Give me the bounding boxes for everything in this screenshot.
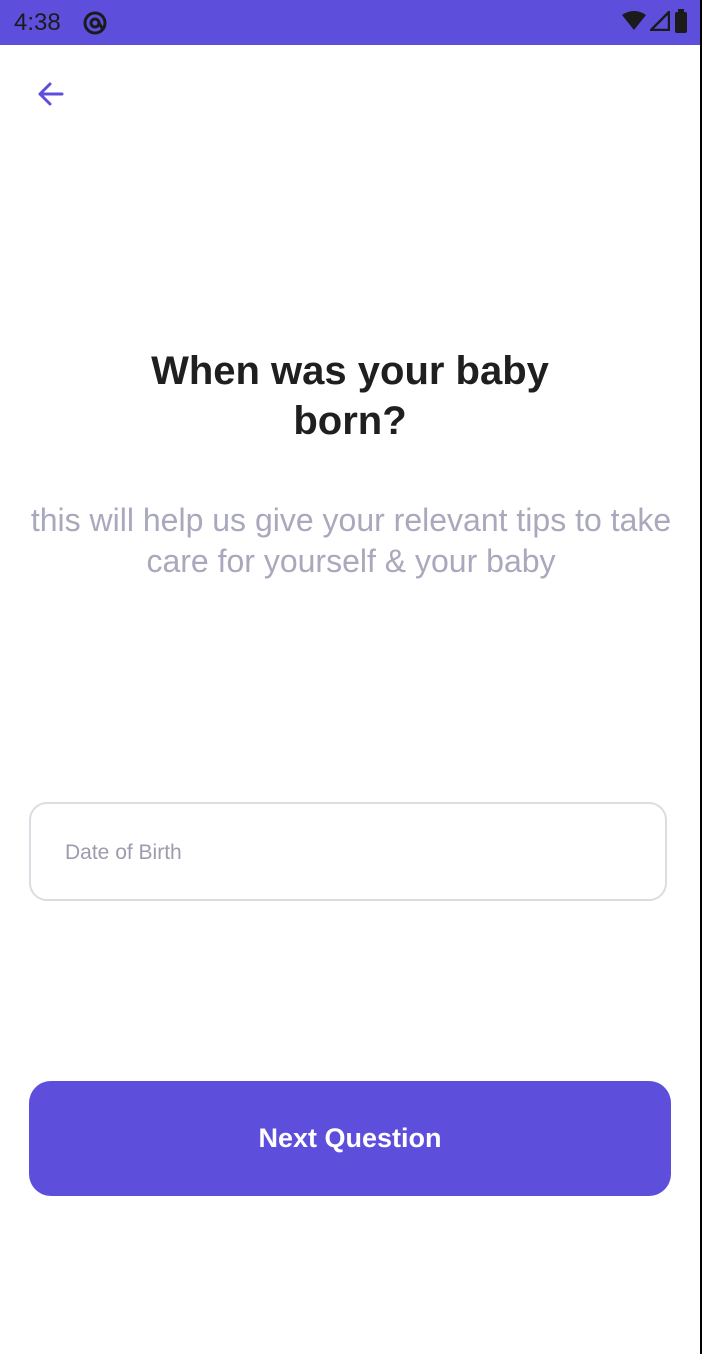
status-icons — [622, 8, 688, 38]
page-title: When was your baby born? — [151, 349, 549, 443]
page-subtitle: this will help us give your relevant tip… — [30, 502, 672, 579]
back-button[interactable] — [28, 74, 72, 118]
battery-icon — [674, 8, 688, 38]
status-time: 4:38 — [14, 9, 61, 36]
arrow-left-icon — [34, 78, 66, 115]
date-of-birth-field[interactable]: Date of Birth — [29, 802, 667, 901]
wifi-icon — [622, 10, 646, 36]
cellular-signal-icon — [647, 8, 671, 36]
at-sign-icon — [82, 10, 108, 36]
next-question-button[interactable]: Next Question — [29, 1081, 671, 1196]
status-bar: 4:38 — [0, 0, 700, 45]
date-of-birth-placeholder: Date of Birth — [65, 841, 182, 864]
